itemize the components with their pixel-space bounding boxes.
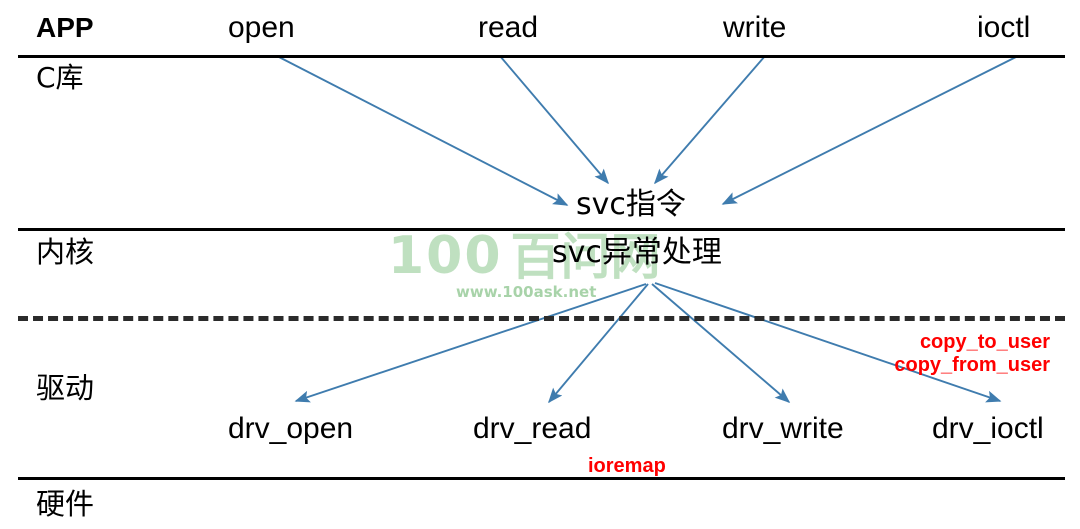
divider-clib-kernel — [18, 228, 1065, 231]
divider-app-clib — [18, 55, 1065, 58]
arrow-svc-to-drv-write — [651, 283, 791, 403]
watermark-logo: 100 — [388, 226, 503, 286]
app-call-open[interactable]: open — [228, 13, 295, 43]
driver-func-drv-read[interactable]: drv_read — [473, 414, 591, 444]
app-call-read[interactable]: read — [478, 13, 538, 43]
arrow-svc-to-drv-open — [294, 283, 647, 403]
divider-kernel-driver-dashed — [18, 316, 1065, 321]
layer-label-app: APP — [36, 12, 94, 43]
arrow-read-to-svc — [499, 55, 609, 185]
app-call-write[interactable]: write — [723, 13, 786, 43]
driver-func-drv-open[interactable]: drv_open — [228, 414, 353, 444]
arrow-write-to-svc — [654, 55, 766, 185]
layer-label-driver: 驱动 — [36, 371, 95, 405]
arrow-open-to-svc — [276, 55, 569, 206]
layer-label-kernel: 内核 — [36, 235, 95, 269]
layer-label-clib: C库 — [36, 61, 84, 94]
watermark-url: www.100ask.net — [456, 283, 597, 302]
driver-func-drv-write[interactable]: drv_write — [722, 414, 844, 444]
arrow-ioctl-to-svc — [721, 56, 1017, 205]
kernel-node-svc-exception-handler[interactable]: svc异常处理 — [552, 238, 722, 268]
arrow-layer — [276, 55, 1017, 404]
kernel-node-svc-instruction[interactable]: svc指令 — [576, 190, 686, 220]
driver-func-drv-ioctl[interactable]: drv_ioctl — [932, 414, 1044, 444]
annotation-copy-to-user: copy_to_user — [919, 331, 1050, 353]
annotation-copy-user-group: copy_to_user copy_from_user — [780, 331, 1050, 377]
app-call-ioctl[interactable]: ioctl — [977, 13, 1030, 43]
layer-label-hardware: 硬件 — [36, 487, 95, 521]
annotation-copy-from-user: copy_from_user — [894, 354, 1050, 376]
divider-driver-hardware — [18, 477, 1065, 480]
annotation-ioremap: ioremap — [588, 455, 666, 477]
arrow-svc-to-drv-read — [548, 283, 649, 404]
diagram-canvas: 100 百问网 www.100ask.net APP C库 内核 驱动 硬件 o… — [0, 0, 1080, 529]
